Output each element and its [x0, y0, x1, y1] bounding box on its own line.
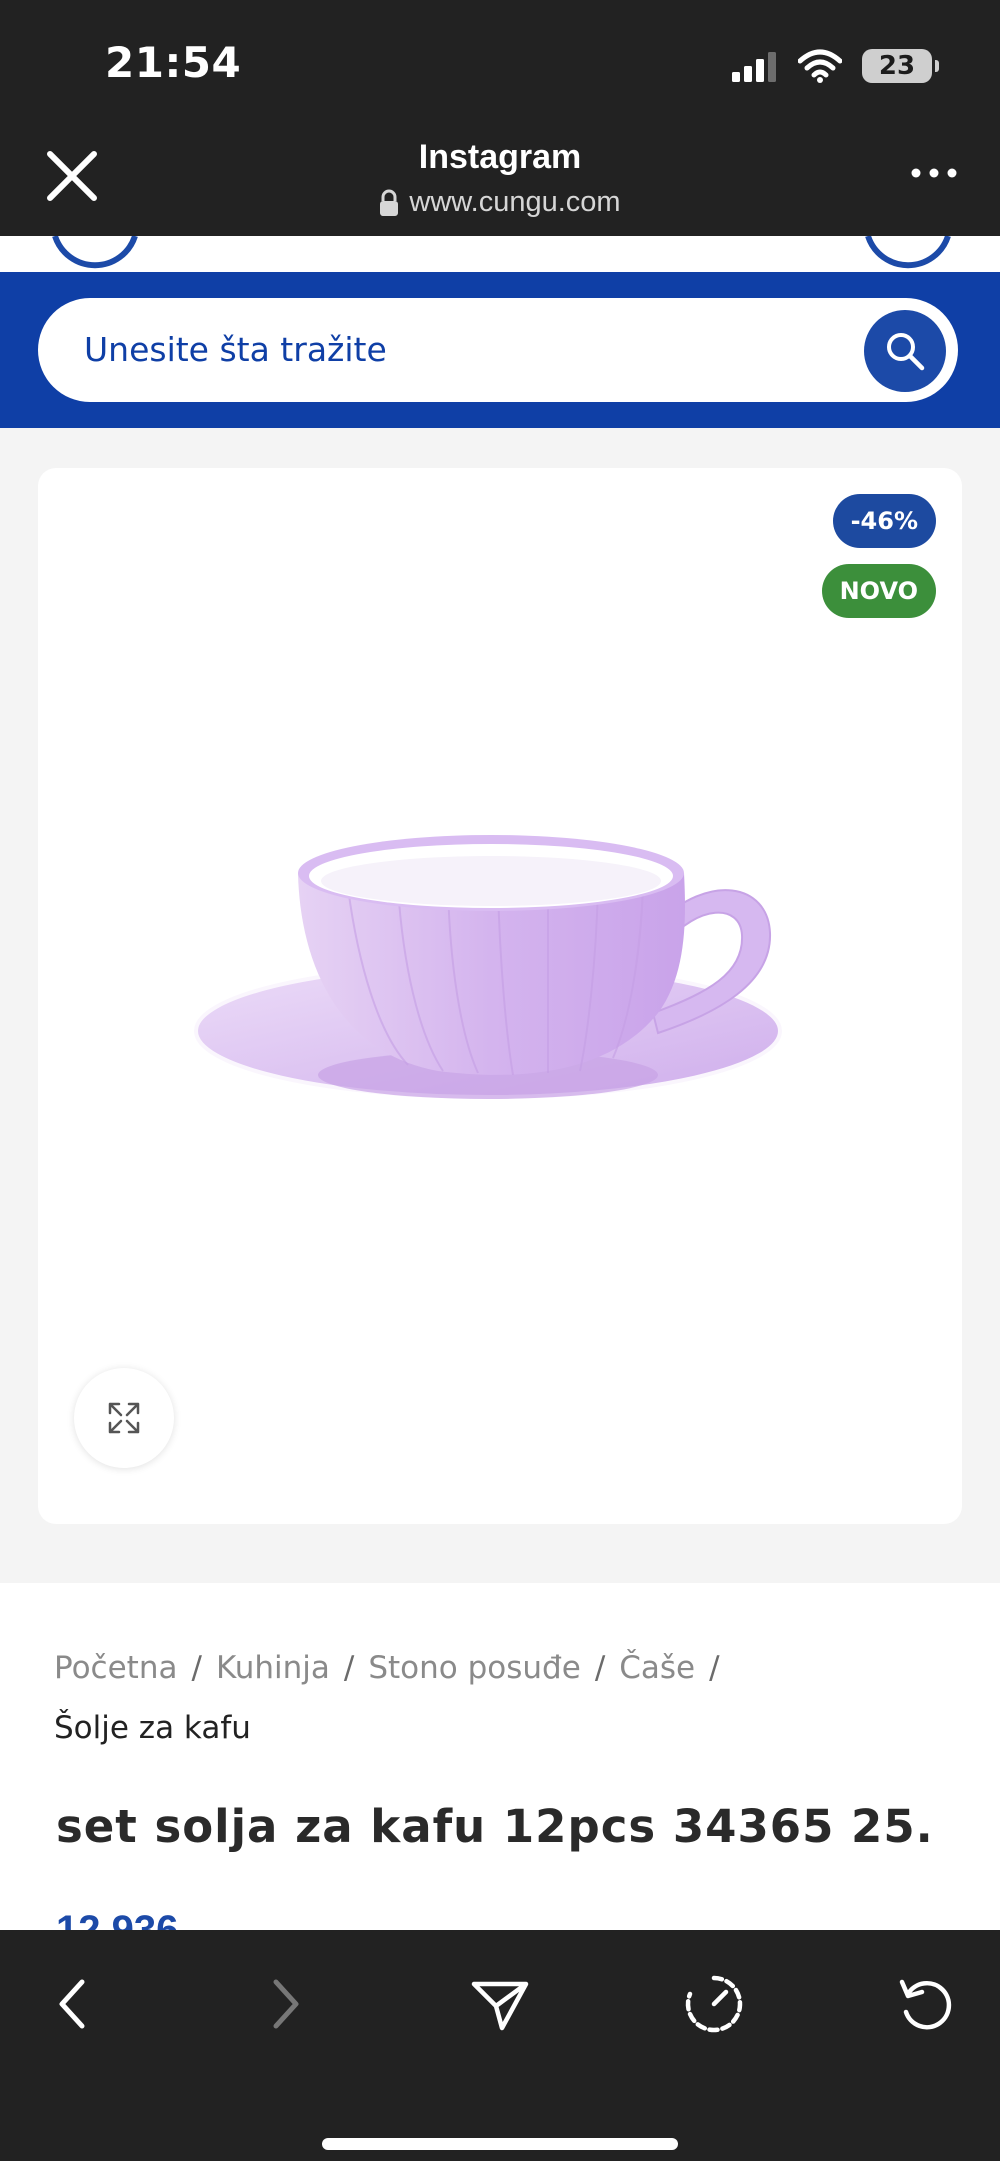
search-button[interactable]	[864, 310, 946, 392]
more-icon	[911, 168, 957, 178]
url-text: www.cungu.com	[409, 186, 621, 218]
breadcrumb: Početna / Kuhinja / Stono posuđe / Čaše / Šolje …	[54, 1638, 954, 1758]
search-input[interactable]: Unesite šta tražite	[38, 298, 958, 402]
reload-icon	[899, 1979, 952, 2030]
history-button[interactable]	[674, 1964, 754, 2044]
status-icons: 23	[732, 46, 939, 86]
site-header-remnant	[0, 235, 1000, 272]
breadcrumb-separator: /	[343, 1650, 355, 1686]
browser-url[interactable]: www.cungu.com	[0, 186, 1000, 219]
forward-button[interactable]	[246, 1964, 326, 2044]
discount-badge: -46%	[832, 494, 936, 548]
header-circle-fragments	[52, 235, 951, 269]
breadcrumb-item-home[interactable]: Početna	[54, 1650, 177, 1686]
history-icon	[685, 1975, 743, 2033]
status-time: 21:54	[105, 38, 242, 87]
product-image	[194, 835, 782, 1099]
reload-button[interactable]	[886, 1964, 966, 2044]
product-gallery: -46% NOVO	[0, 428, 1000, 1583]
wifi-icon	[798, 49, 842, 83]
back-icon	[59, 1979, 85, 2029]
new-badge: NOVO	[821, 564, 936, 618]
back-button[interactable]	[32, 1964, 112, 2044]
breadcrumb-item-kitchen[interactable]: Kuhinja	[216, 1650, 330, 1686]
breadcrumb-separator: /	[594, 1650, 606, 1686]
breadcrumb-separator: /	[709, 1650, 720, 1686]
forward-icon	[273, 1979, 299, 2029]
breadcrumb-item-tableware[interactable]: Stono posuđe	[368, 1650, 580, 1686]
browser-header: Instagram www.cungu.com	[0, 120, 1000, 236]
more-options-button[interactable]	[904, 158, 964, 188]
home-indicator	[322, 2138, 678, 2150]
search-placeholder: Unesite šta tražite	[84, 330, 387, 369]
breadcrumb-item-current: Šolje za kafu	[54, 1710, 251, 1746]
browser-title: Instagram	[418, 138, 582, 176]
breadcrumb-separator: /	[191, 1650, 202, 1686]
cellular-signal-icon	[732, 52, 776, 82]
search-band: Unesite šta tražite	[0, 272, 1000, 428]
expand-image-button[interactable]	[74, 1368, 174, 1468]
product-title: set solja za kafu 12pcs 34365 25...	[56, 1800, 936, 1853]
product-image-card[interactable]: -46% NOVO	[38, 468, 962, 1524]
breadcrumb-item-glasses[interactable]: Čaše	[619, 1650, 695, 1686]
battery-indicator: 23	[862, 49, 939, 83]
browser-bottom-toolbar	[0, 1930, 1000, 2161]
share-icon	[471, 1981, 529, 2031]
share-button[interactable]	[460, 1964, 540, 2044]
status-bar: 21:54 23	[0, 0, 1000, 120]
expand-icon	[108, 1402, 140, 1434]
lock-icon	[380, 189, 399, 216]
search-icon	[887, 333, 925, 371]
